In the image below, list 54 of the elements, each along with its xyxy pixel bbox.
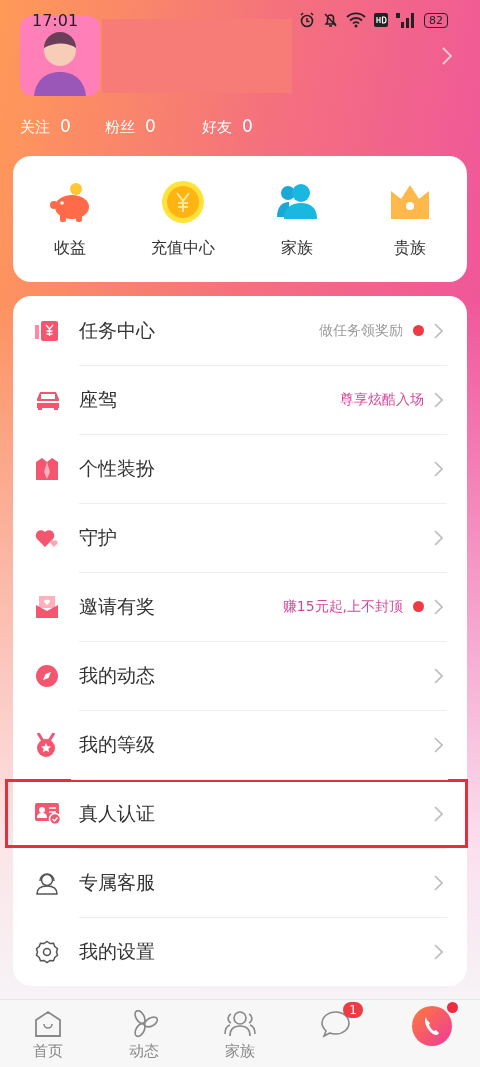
car-icon (35, 389, 61, 410)
chevron-right-icon (434, 529, 443, 546)
tab[interactable]: 家族 (192, 1000, 288, 1067)
menu-item[interactable]: 真人认证 (5, 779, 468, 848)
chevron-right-icon (434, 805, 443, 822)
chevron-right-icon (434, 736, 443, 753)
compass-icon (35, 663, 59, 688)
chevron-right-icon (434, 943, 443, 960)
menu-item[interactable]: 我的等级 (13, 710, 467, 779)
chevron-right-icon (434, 598, 443, 615)
quick-action[interactable]: 充值中心 (126, 179, 240, 259)
tab[interactable]: 动态 (96, 1000, 192, 1067)
chevron-right-icon (434, 391, 443, 408)
menu-item[interactable]: 我的设置 (13, 917, 467, 986)
tab[interactable]: 1 (288, 1000, 384, 1067)
menu-hint: 做任务领奖励 (319, 321, 403, 340)
chevron-right-icon (434, 322, 443, 339)
settings-icon (35, 939, 59, 964)
battery-indicator: 82 (424, 12, 448, 28)
menu-item[interactable]: 我的动态 (13, 641, 467, 710)
bell-off-icon (323, 12, 338, 28)
alarm-icon (299, 12, 315, 28)
menu-hint: 赚15元起,上不封顶 (282, 597, 403, 616)
yuan-coin-icon (161, 179, 206, 224)
chevron-right-icon (434, 874, 443, 891)
voucher-icon (35, 318, 59, 343)
hd-icon (374, 13, 388, 27)
phone-icon (410, 1004, 454, 1048)
home-icon (34, 1010, 62, 1038)
chevron-right-icon (434, 460, 443, 477)
unread-badge: 1 (343, 1002, 363, 1018)
wifi-icon (346, 12, 366, 28)
menu-hint: 尊享炫酷入场 (340, 390, 424, 409)
jacket-icon (35, 456, 59, 481)
group-icon (224, 1010, 256, 1038)
quick-action[interactable]: 收益 (13, 179, 127, 259)
menu-item[interactable]: 任务中心 做任务领奖励 (13, 296, 467, 365)
quick-action[interactable]: 家族 (240, 179, 354, 259)
menu-item[interactable]: 个性装扮 (13, 434, 467, 503)
menu-item[interactable]: 专属客服 (13, 848, 467, 917)
id-card-icon (35, 802, 61, 825)
menu-item[interactable]: 座驾 尊享炫酷入场 (13, 365, 467, 434)
headset-person-icon (35, 870, 59, 895)
envelope-heart-icon (35, 595, 59, 618)
quick-action[interactable]: 贵族 (353, 179, 467, 259)
medal-icon (35, 732, 57, 757)
avatar[interactable] (20, 16, 100, 96)
menu-item[interactable]: 邀请有奖 赚15元起,上不封顶 (13, 572, 467, 641)
menu-item[interactable]: 守护 (13, 503, 467, 572)
chat-bubble-icon (321, 1010, 351, 1038)
chevron-right-icon[interactable] (442, 47, 452, 65)
status-time: 17:01 (32, 10, 79, 30)
chevron-right-icon (434, 667, 443, 684)
signal-icon (396, 12, 416, 28)
